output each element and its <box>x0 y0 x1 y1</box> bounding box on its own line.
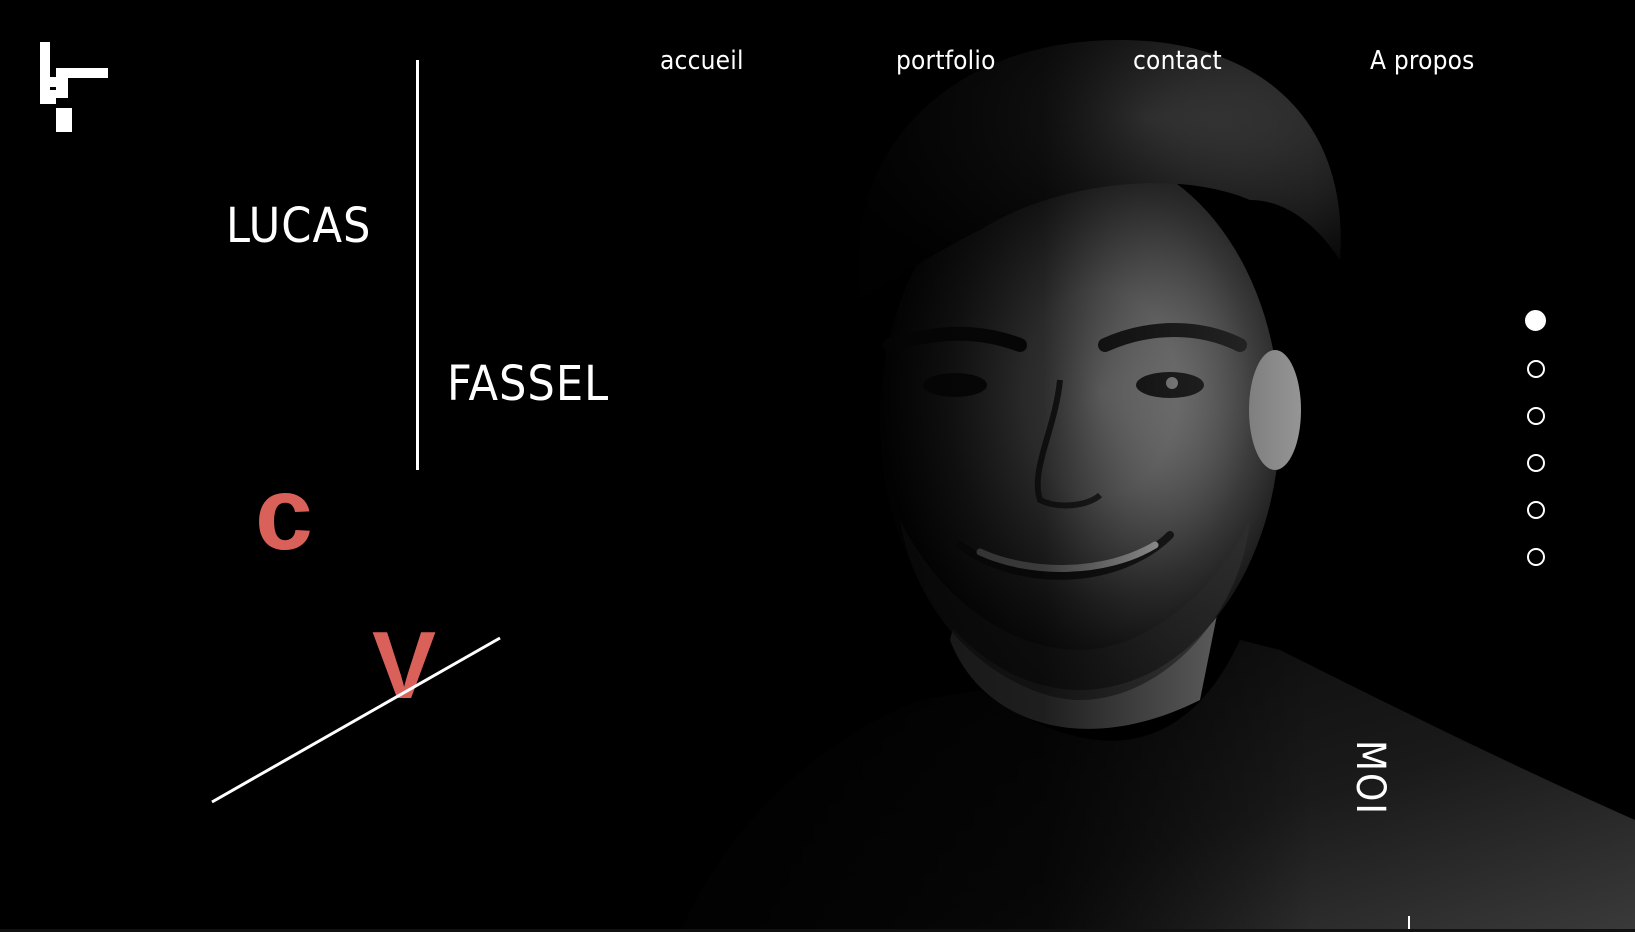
slide-dot-3[interactable] <box>1527 407 1545 425</box>
slide-dot-4[interactable] <box>1527 454 1545 472</box>
nav-item-contact[interactable]: contact <box>1133 46 1222 76</box>
diagonal-slash <box>211 636 501 804</box>
nav-item-accueil[interactable]: accueil <box>660 46 744 76</box>
vertical-divider <box>416 60 419 470</box>
first-name: LUCAS <box>226 198 372 254</box>
cv-letter-c[interactable]: c <box>255 462 313 566</box>
slide-dot-2[interactable] <box>1527 360 1545 378</box>
slide-dots <box>1525 310 1549 595</box>
main-nav: accueil portfolio contact A propos <box>0 46 1635 86</box>
slide-dot-1[interactable] <box>1525 310 1546 331</box>
last-name: FASSEL <box>447 356 610 412</box>
page: accueil portfolio contact A propos LUCAS… <box>0 0 1635 932</box>
slide-dot-6[interactable] <box>1527 548 1545 566</box>
side-label-moi[interactable]: MOI <box>1347 740 1393 816</box>
cv-letter-v[interactable]: v <box>372 618 436 714</box>
nav-item-portfolio[interactable]: portfolio <box>896 46 996 76</box>
nav-item-a-propos[interactable]: A propos <box>1370 46 1475 76</box>
slide-dot-5[interactable] <box>1527 501 1545 519</box>
portrait-image <box>560 0 1635 932</box>
